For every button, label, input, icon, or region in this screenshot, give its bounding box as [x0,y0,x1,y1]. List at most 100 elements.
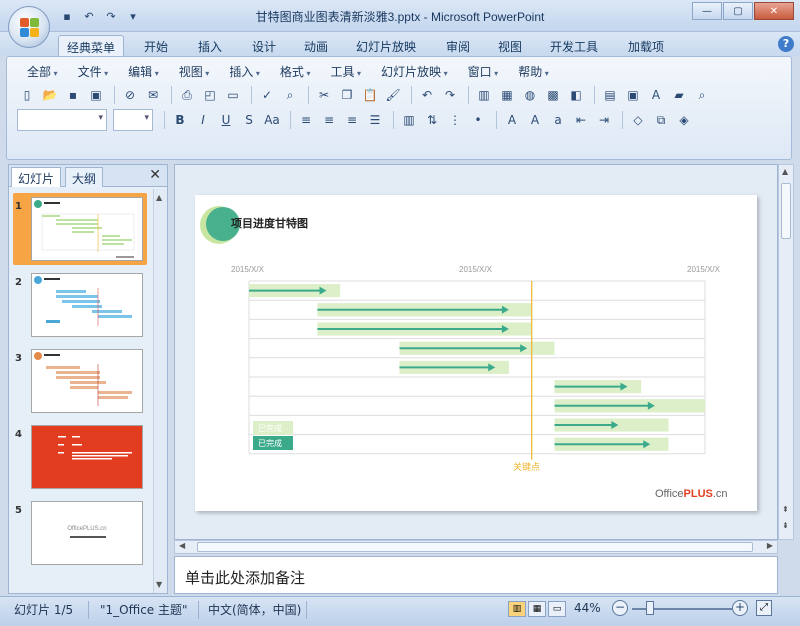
zoom-out-icon[interactable]: − [612,600,628,616]
menu-window[interactable]: 窗口 [458,63,509,80]
new-slide-icon[interactable]: ▤ [600,85,620,105]
align-right-icon[interactable]: ≡ [342,110,362,130]
open-icon[interactable]: 📂 [40,85,60,105]
slide-sorter-icon[interactable]: ▦ [528,601,546,617]
slide-thumbnail-4[interactable] [31,425,143,489]
shapes-icon[interactable]: ◇ [628,110,648,130]
tab-home[interactable]: 开始 [136,35,176,56]
bold-button[interactable]: B [170,110,190,130]
undo-icon[interactable]: ↶ [417,85,437,105]
decrease-indent-icon[interactable]: ⇤ [571,110,591,130]
maximize-button[interactable]: ▢ [723,2,753,20]
editor-horizontal-scrollbar[interactable]: ◀ ▶ [174,540,778,554]
permission-icon[interactable]: ⊘ [120,85,140,105]
tab-slides[interactable]: 幻灯片 [11,167,62,187]
tab-view[interactable]: 视图 [490,35,530,56]
editor-vertical-scrollbar[interactable]: ▲ ⇞ ⇟ [778,164,794,540]
folder-icon[interactable]: ▰ [669,85,689,105]
minimize-button[interactable]: — [692,2,722,20]
change-case-button[interactable]: Aa [262,110,282,130]
tab-slideshow[interactable]: 幻灯片放映 [348,35,424,56]
status-language[interactable]: 中文(简体，中国) [208,601,301,618]
zoom-slider-thumb[interactable] [646,601,654,615]
underline-button[interactable]: U [216,110,236,130]
color-grayscale-icon[interactable]: ◧ [566,85,586,105]
zoom-level[interactable]: 44% [574,601,601,615]
slide-layout-icon[interactable]: ▭ [223,85,243,105]
align-left-icon[interactable]: ≡ [296,110,316,130]
normal-view-icon[interactable]: ▥ [508,601,526,617]
arrange-icon[interactable]: ⧉ [651,110,671,130]
tab-outline[interactable]: 大纲 [65,167,104,187]
spelling-icon[interactable]: ✓ [257,85,277,105]
status-theme[interactable]: "1_Office 主题" [100,601,188,618]
increase-indent-icon[interactable]: ⇥ [594,110,614,130]
menu-all[interactable]: 全部 [17,63,68,80]
tab-addins[interactable]: 加载项 [620,35,672,56]
close-pane-icon[interactable]: ✕ [149,167,161,183]
shadow-button[interactable]: S [239,110,259,130]
legend-done-label: 已完成 [258,423,282,433]
research-icon[interactable]: ⌕ [280,85,300,105]
slideshow-icon[interactable]: ▭ [548,601,566,617]
cut-icon[interactable]: ✂ [314,85,334,105]
numbering-icon[interactable]: ⋮ [445,110,465,130]
redo-icon[interactable]: ↷ [440,85,460,105]
justify-icon[interactable]: ☰ [365,110,385,130]
format-painter-icon[interactable]: 🖌 [383,85,403,105]
copy-icon[interactable]: ❐ [337,85,357,105]
paste-icon[interactable]: 📋 [360,85,380,105]
menu-edit[interactable]: 编辑 [118,63,169,80]
menu-tools[interactable]: 工具 [320,63,371,80]
print-icon[interactable]: ⎙ [177,85,197,105]
workspace: 幻灯片 大纲 ✕ 1 2 3 4 5 OfficePLUS.cn ▲ ▼ 项目进… [0,162,800,594]
menu-slideshow[interactable]: 幻灯片放映 [371,63,458,80]
office-button[interactable] [8,6,50,48]
slide-thumbnail-3[interactable] [31,349,143,413]
tab-design[interactable]: 设计 [244,35,284,56]
menu-view[interactable]: 视图 [169,63,220,80]
tab-insert[interactable]: 插入 [190,35,230,56]
table-icon[interactable]: ▦ [497,85,517,105]
tab-animation[interactable]: 动画 [296,35,336,56]
mail-icon[interactable]: ✉ [143,85,163,105]
tab-developer[interactable]: 开发工具 [542,35,606,56]
menu-insert[interactable]: 插入 [219,63,270,80]
bullets-icon[interactable]: • [468,110,488,130]
grow-font-icon[interactable]: A [525,110,545,130]
tab-review[interactable]: 审阅 [438,35,478,56]
picture-icon[interactable]: ▩ [543,85,563,105]
chart-icon[interactable]: ▥ [474,85,494,105]
notes-pane[interactable]: 单击此处添加备注 [174,556,778,594]
slide-thumbnail-5[interactable]: OfficePLUS.cn [31,501,143,565]
menu-help[interactable]: 帮助 [508,63,559,80]
italic-button[interactable]: I [193,110,213,130]
print-preview-icon[interactable]: ◰ [200,85,220,105]
close-button[interactable]: ✕ [754,2,794,20]
shrink-font-icon[interactable]: a [548,110,568,130]
layout-icon[interactable]: ▣ [623,85,643,105]
tab-classic-menu[interactable]: 经典菜单 [58,35,125,56]
quick-styles-icon[interactable]: ◈ [674,110,694,130]
menu-file[interactable]: 文件 [68,63,119,80]
font-size-combo[interactable] [113,109,153,131]
new-icon[interactable]: ▯ [17,85,37,105]
menu-format[interactable]: 格式 [270,63,321,80]
save-icon[interactable]: ▪ [63,85,83,105]
web-icon[interactable]: ◍ [520,85,540,105]
current-slide[interactable]: 项目进度甘特图 2015/X/X 2015/X/X 2015/X/X 已完成 已… [195,195,757,511]
fit-to-window-icon[interactable]: ⤢ [756,600,772,616]
help-icon[interactable]: ? [778,36,794,52]
font-name-combo[interactable] [17,109,107,131]
font-color-icon[interactable]: A [502,110,522,130]
textbox-icon[interactable]: A [646,85,666,105]
slide-thumbnail-1[interactable] [31,197,143,261]
slide-thumbnail-2[interactable] [31,273,143,337]
columns-icon[interactable]: ▥ [399,110,419,130]
text-direction-icon[interactable]: ⇅ [422,110,442,130]
zoom-icon[interactable]: ⌕ [692,85,712,105]
pdf-icon[interactable]: ▣ [86,85,106,105]
thumbnail-scrollbar[interactable]: ▲ ▼ [153,189,167,593]
align-center-icon[interactable]: ≡ [319,110,339,130]
zoom-in-icon[interactable]: + [732,600,748,616]
